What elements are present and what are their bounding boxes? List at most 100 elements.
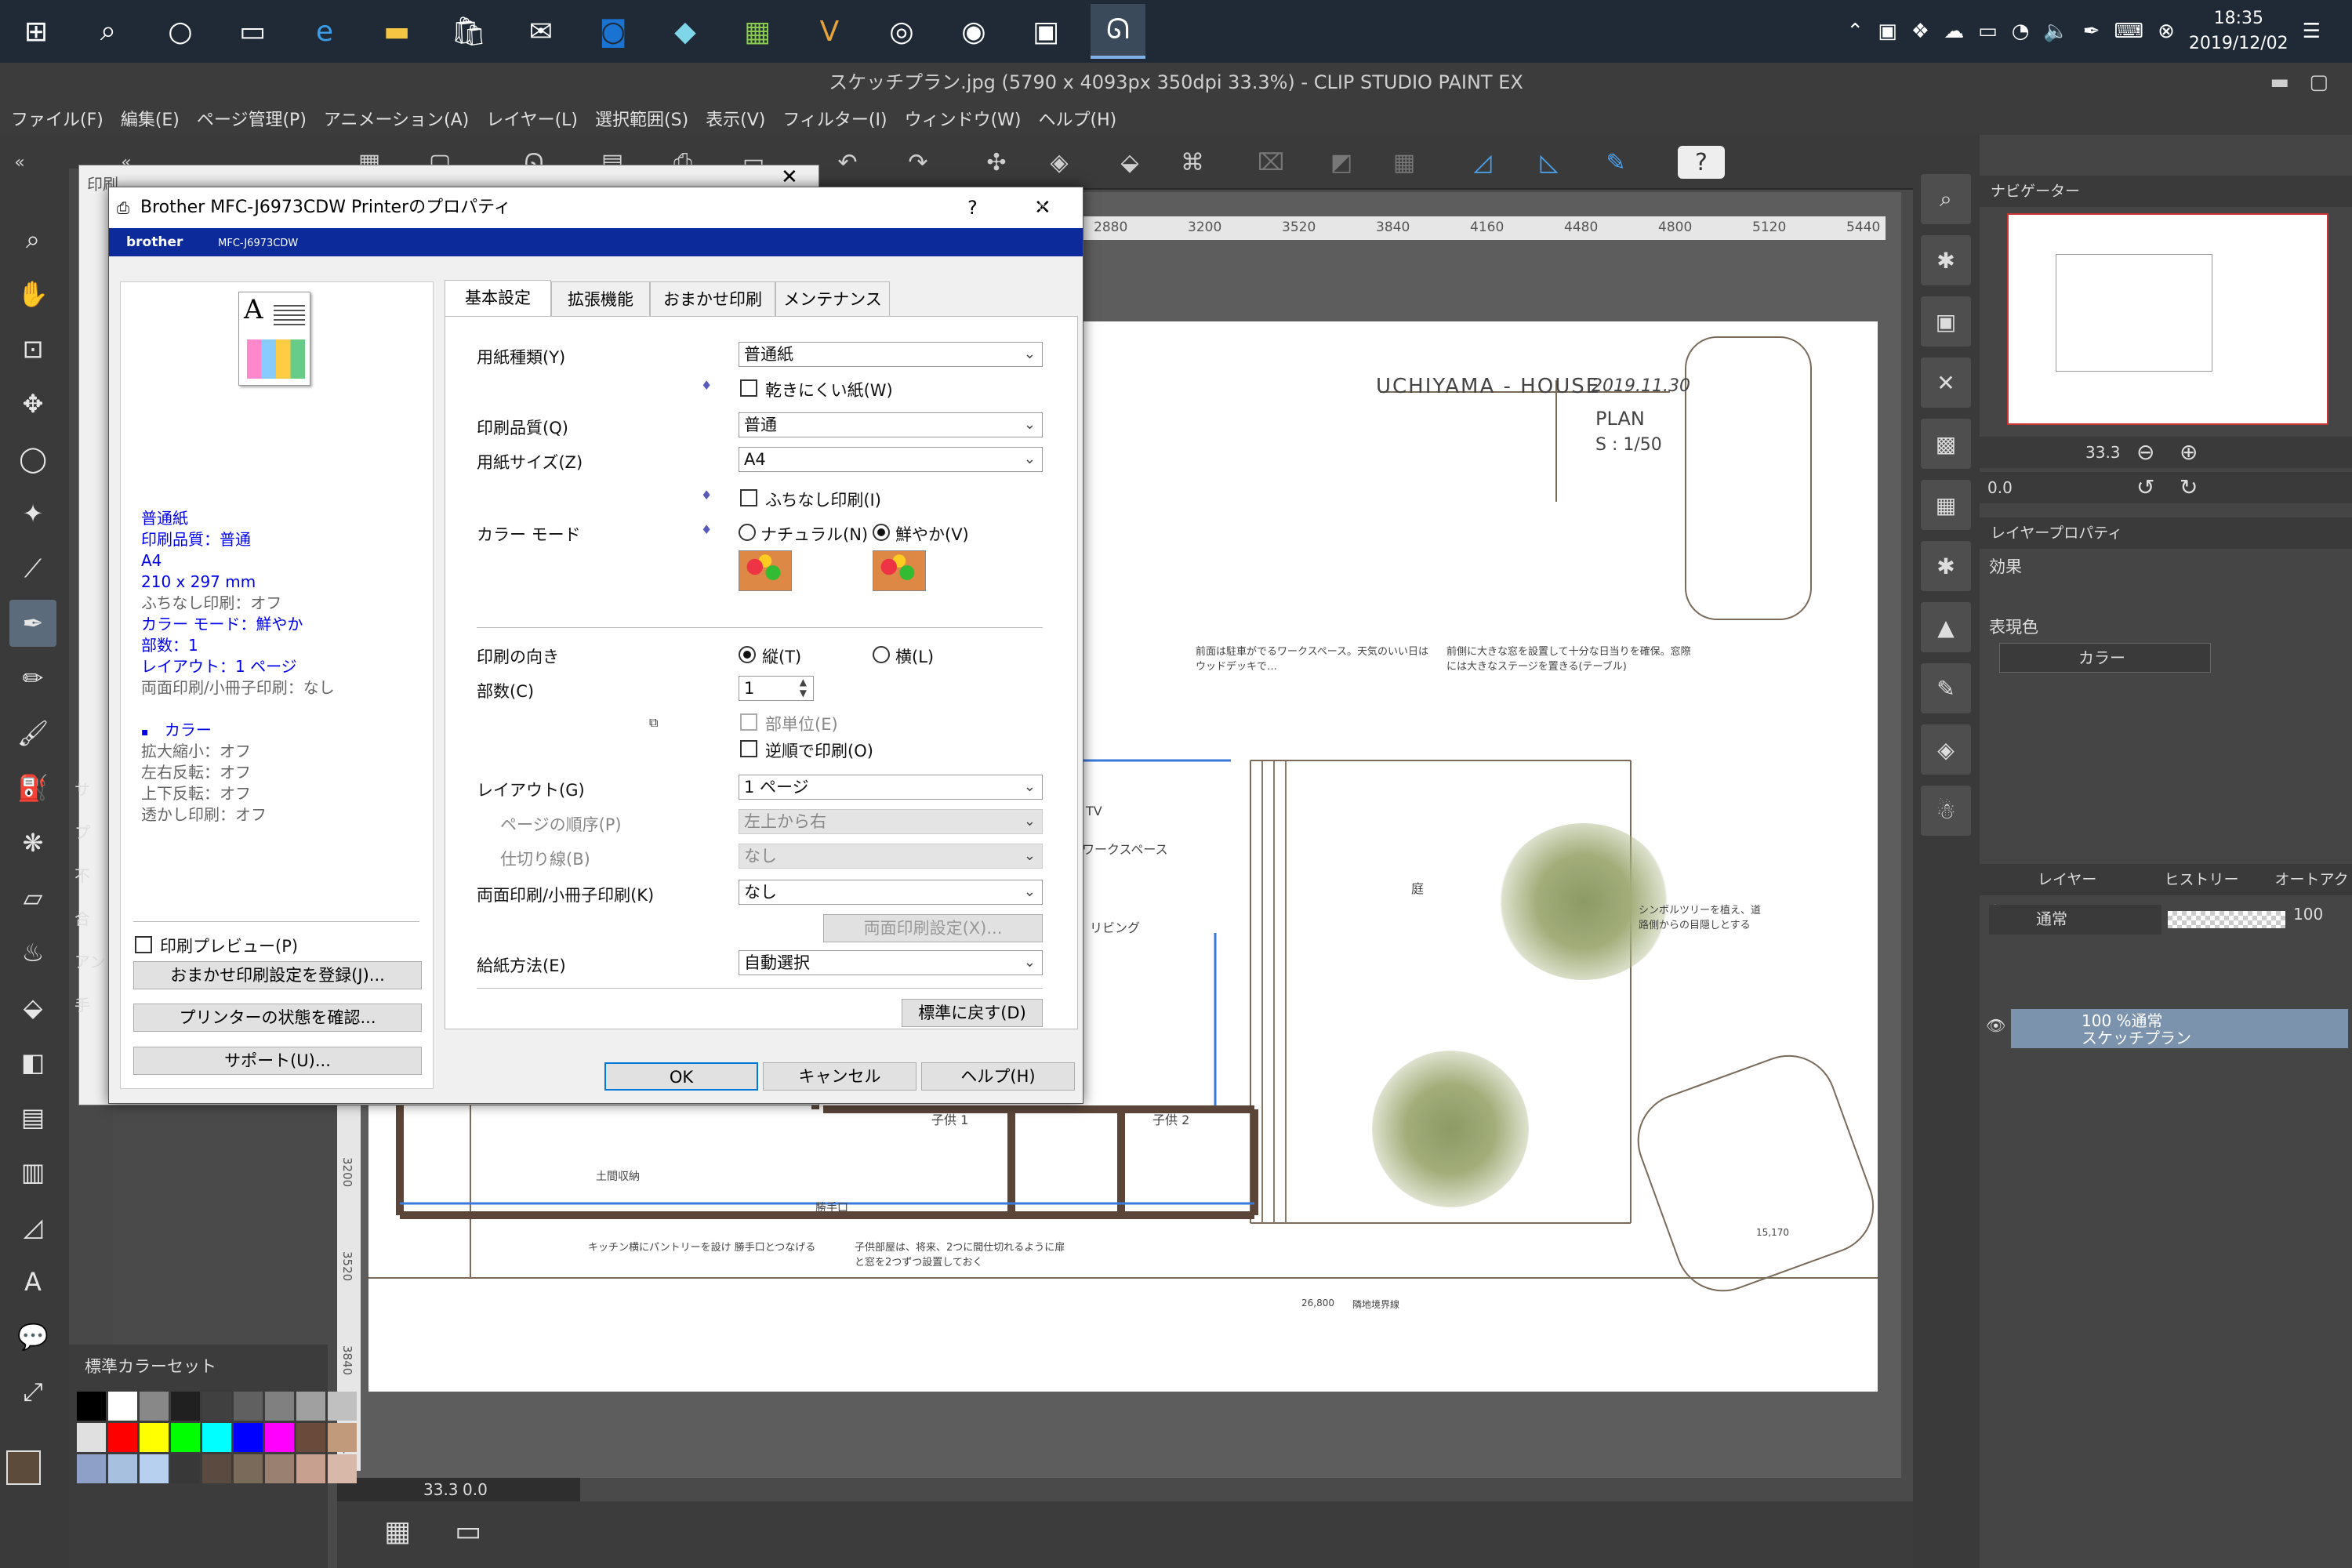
frame-icon[interactable]: ▥: [9, 1149, 56, 1196]
edit-icon[interactable]: ✎: [1921, 663, 1971, 713]
spinner-arrows-icon[interactable]: ▲ ▼: [800, 677, 807, 699]
zoom-tool-icon[interactable]: ⌕: [9, 216, 56, 263]
dialog-help-button[interactable]: ?: [967, 187, 978, 228]
redo-icon[interactable]: ↷: [902, 146, 935, 179]
portrait-radio[interactable]: [739, 646, 756, 663]
store-icon[interactable]: 🛍: [441, 4, 496, 59]
navigator-preview[interactable]: [2007, 213, 2328, 425]
cortana-icon[interactable]: ○: [153, 4, 208, 59]
cancel-button[interactable]: キャンセル: [763, 1062, 916, 1091]
blend-icon[interactable]: ♨: [9, 929, 56, 976]
operation-tool-icon[interactable]: ⊡: [9, 325, 56, 372]
color-swatch[interactable]: [171, 1454, 200, 1483]
menu-item[interactable]: ウィンドウ(W): [905, 106, 1022, 131]
color-swatch[interactable]: [171, 1392, 200, 1421]
color-swatch[interactable]: [265, 1423, 294, 1452]
lasso-tool-icon[interactable]: ◯: [9, 435, 56, 482]
opacity-value[interactable]: 100: [2293, 905, 2323, 924]
color-swatch[interactable]: [140, 1454, 169, 1483]
edge-icon[interactable]: e: [297, 4, 352, 59]
color-swatch[interactable]: [77, 1392, 106, 1421]
ruler-tool-icon[interactable]: ◿: [9, 1203, 56, 1250]
menu-item[interactable]: フィルター(I): [782, 106, 887, 131]
color-swatch[interactable]: [328, 1423, 357, 1452]
zoom-in-icon[interactable]: ⊕: [2180, 437, 2198, 468]
color-swatch[interactable]: [77, 1454, 106, 1483]
rotate-right-icon[interactable]: ↻: [2180, 472, 2198, 503]
mail-icon[interactable]: ✉: [514, 4, 568, 59]
grid-icon[interactable]: ▦: [1388, 146, 1421, 179]
color-swatch[interactable]: [296, 1423, 325, 1452]
transform-icon[interactable]: ◈: [1043, 146, 1076, 179]
eyedropper-icon[interactable]: ⟋: [9, 545, 56, 592]
layer-tab[interactable]: レイヤー: [2038, 871, 2096, 888]
fill-icon[interactable]: ⬙: [1113, 146, 1146, 179]
brand-solution-center[interactable]: ブラザー ソリューションセンター: [1003, 187, 1073, 212]
layout-select[interactable]: 1 ページ ⌄: [739, 775, 1043, 800]
copies-spinner[interactable]: 1 ▲ ▼: [739, 676, 814, 701]
tab-maintenance[interactable]: メンテナンス: [775, 281, 890, 316]
fill-tool-icon[interactable]: ⬙: [9, 984, 56, 1031]
color-swatch[interactable]: [202, 1423, 231, 1452]
color-swatch[interactable]: [265, 1392, 294, 1421]
color-swatch[interactable]: [108, 1423, 137, 1452]
deselect-icon[interactable]: ⌧: [1254, 146, 1287, 179]
color-swatch[interactable]: [234, 1454, 263, 1483]
menu-item[interactable]: アニメーション(A): [324, 106, 469, 131]
tab-preset[interactable]: おまかせ印刷: [650, 281, 775, 316]
landscape-radio[interactable]: [873, 646, 890, 663]
slow-dry-checkbox[interactable]: [740, 379, 757, 397]
menu-item[interactable]: レイヤー(L): [486, 106, 578, 131]
battery-icon[interactable]: ▭: [1978, 20, 1998, 43]
pen-ruler-icon[interactable]: ✎: [1599, 146, 1632, 179]
layer-icon[interactable]: ▦: [1921, 480, 1971, 530]
help-button[interactable]: ヘルプ(H): [921, 1062, 1075, 1091]
wifi-icon[interactable]: ◔: [2012, 20, 2030, 43]
airbrush-icon[interactable]: ⛽: [9, 764, 56, 811]
color-swatch[interactable]: [328, 1454, 357, 1483]
restore-default-button[interactable]: 標準に戻す(D): [902, 999, 1043, 1027]
undo-icon[interactable]: ↶: [831, 146, 864, 179]
perspective-icon[interactable]: ◺: [1533, 146, 1566, 179]
support-button[interactable]: サポート(U)...: [133, 1047, 422, 1075]
color-wheel-icon[interactable]: ✱: [1921, 235, 1971, 285]
clip-studio-icon[interactable]: ᘏ: [1091, 4, 1145, 59]
keyboard-icon[interactable]: ⌨: [2114, 20, 2144, 43]
file-explorer-icon[interactable]: ▬: [369, 4, 424, 59]
windows-icon[interactable]: ⊞: [9, 4, 64, 59]
duplex-select[interactable]: なし ⌄: [739, 880, 1043, 905]
print-dialog-close-icon[interactable]: ✕: [781, 165, 798, 189]
figure-icon[interactable]: ▤: [9, 1094, 56, 1141]
menu-item[interactable]: 表示(V): [706, 106, 765, 131]
notification-icon[interactable]: ☰: [2303, 20, 2321, 43]
rotate-left-icon[interactable]: ↺: [2136, 472, 2154, 503]
app-icon[interactable]: ◆: [658, 4, 713, 59]
task-view-icon[interactable]: ▭: [225, 4, 280, 59]
hand-tool-icon[interactable]: ✋: [9, 270, 56, 318]
eye-icon[interactable]: 👁: [1986, 1017, 2005, 1034]
border-line-select[interactable]: なし ⌄: [739, 844, 1043, 869]
duplex-settings-button[interactable]: 両面印刷設定(X)...: [823, 914, 1043, 942]
minimize-icon[interactable]: ▬: [2270, 63, 2289, 102]
layer-row[interactable]: 👁 100 %通常 スケッチプラン: [1986, 1009, 2348, 1048]
menu-item[interactable]: 選択範囲(S): [595, 106, 688, 131]
balloon-icon[interactable]: 💬: [9, 1313, 56, 1360]
magic-wand-icon[interactable]: ✦: [9, 490, 56, 537]
printer-status-button[interactable]: プリンターの状態を確認...: [133, 1004, 422, 1032]
register-settings-button[interactable]: おまかせ印刷設定を登録(J)...: [133, 961, 422, 989]
sub-view-icon[interactable]: ✕: [1921, 358, 1971, 408]
navigator-zoom[interactable]: 33.3: [2085, 437, 2121, 468]
brush-tool-icon[interactable]: 🖌: [9, 710, 56, 757]
vivaldi-icon[interactable]: V: [802, 4, 857, 59]
search-material-icon[interactable]: ⌕: [1921, 174, 1971, 224]
color-swatch[interactable]: [265, 1454, 294, 1483]
pen-icon[interactable]: ✒: [2083, 20, 2100, 43]
film-icon[interactable]: ▦: [384, 1515, 411, 1548]
spreadsheet-icon[interactable]: ▦: [730, 4, 785, 59]
menu-item[interactable]: 編集(E): [121, 106, 180, 131]
navigator-tab[interactable]: ナビゲーター: [1980, 176, 2352, 207]
zoom-out-icon[interactable]: ⊖: [2136, 437, 2154, 468]
display-icon[interactable]: ▣: [1878, 20, 1897, 43]
brush-set-icon[interactable]: ✱: [1921, 541, 1971, 591]
menu-item[interactable]: ファイル(F): [11, 106, 103, 131]
